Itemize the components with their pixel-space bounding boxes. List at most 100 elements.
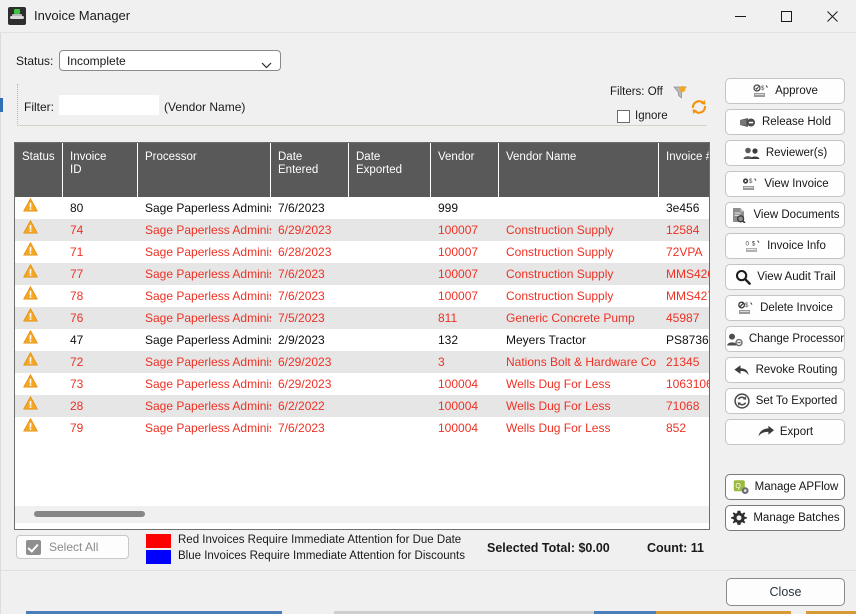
status-cell[interactable] — [15, 395, 63, 417]
processor-cell: Sage Paperless Adminis... — [145, 333, 271, 347]
date-entered-cell: 7/6/2023 — [278, 421, 325, 435]
view-documents-button[interactable]: View Documents — [725, 202, 845, 228]
vendor-cell: 100004 — [438, 399, 479, 413]
hardhat-icon — [8, 7, 26, 25]
invoice-number-cell: 21345 — [666, 355, 700, 369]
warning-icon — [23, 241, 38, 263]
reviewer-s-button[interactable]: Reviewer(s) — [725, 140, 845, 166]
status-cell[interactable] — [15, 285, 63, 307]
table-row[interactable]: 80 Sage Paperless Adminis... 7/6/2023 999 3e… — [15, 197, 709, 219]
grid-column-header[interactable]: Processor — [138, 143, 271, 197]
maximize-button[interactable] — [763, 0, 809, 32]
processor-cell: Sage Paperless Adminis... — [145, 223, 271, 237]
status-cell[interactable] — [15, 219, 63, 241]
select-all-button[interactable]: Select All — [16, 535, 129, 559]
ignore-label: Ignore — [635, 110, 668, 122]
change-processor-button[interactable]: Change Processor — [725, 326, 845, 352]
grid-body: 80 Sage Paperless Adminis... 7/6/2023 999 3e… — [15, 197, 709, 529]
warning-icon — [23, 219, 38, 241]
status-cell[interactable] — [15, 329, 63, 351]
warning-icon — [23, 307, 38, 329]
revoke-routing-icon — [733, 362, 751, 378]
table-row[interactable]: 72 Sage Paperless Adminis... 6/29/2023 3 Nat… — [15, 351, 709, 373]
table-row[interactable]: 78 Sage Paperless Adminis... 7/6/2023 10000… — [15, 285, 709, 307]
window-left-accent — [0, 98, 3, 112]
status-label: Status: — [16, 54, 54, 68]
vendor-name-cell: Generic Concrete Pump — [506, 311, 635, 325]
processor-cell: Sage Paperless Adminis... — [145, 399, 271, 413]
invoice-id-cell: 77 — [70, 267, 84, 281]
title-bar: Invoice Manager — [0, 0, 856, 33]
processor-cell: Sage Paperless Adminis... — [145, 355, 271, 369]
invoice-number-cell: 72VPA — [666, 245, 703, 259]
export-button[interactable]: Export — [725, 419, 845, 445]
grid-column-header[interactable]: Date Exported — [349, 143, 431, 197]
vendor-name-hint: (Vendor Name) — [164, 100, 246, 114]
status-cell[interactable] — [15, 373, 63, 395]
status-cell[interactable] — [15, 351, 63, 373]
invoice-id-cell: 79 — [70, 421, 84, 435]
close-button[interactable]: Close — [726, 578, 845, 606]
status-cell[interactable] — [15, 241, 63, 263]
vendor-cell: 811 — [438, 311, 458, 325]
invoice-id-cell: 80 — [70, 201, 84, 215]
status-cell[interactable] — [15, 307, 63, 329]
delete-invoice-button[interactable]: $ Delete Invoice — [725, 295, 845, 321]
manage-batches-button[interactable]: Manage Batches — [725, 505, 845, 531]
refresh-icon[interactable] — [690, 98, 708, 119]
invoice-number-cell: PS873690 — [666, 333, 709, 347]
processor-cell: Sage Paperless Adminis... — [145, 245, 271, 259]
revoke-routing-button[interactable]: Revoke Routing — [725, 357, 845, 383]
warning-icon — [23, 395, 38, 417]
date-entered-cell: 2/9/2023 — [278, 333, 325, 347]
status-cell[interactable] — [15, 263, 63, 285]
release-hold-button[interactable]: Release Hold — [725, 109, 845, 135]
minimize-button[interactable] — [717, 0, 763, 32]
status-cell[interactable] — [15, 417, 63, 439]
action-button-label: Change Processor — [748, 333, 845, 345]
close-window-button[interactable] — [809, 0, 855, 32]
window-left-edge — [0, 32, 1, 614]
grid-column-header[interactable]: Invoice ID — [63, 143, 138, 197]
approve-button[interactable]: $ Approve — [725, 78, 845, 104]
grid-column-header[interactable]: Status — [15, 143, 63, 197]
table-row[interactable]: 76 Sage Paperless Adminis... 7/5/2023 811 Ge… — [15, 307, 709, 329]
action-button-label: Approve — [775, 85, 818, 97]
filter-input[interactable] — [59, 95, 159, 115]
processor-cell: Sage Paperless Adminis... — [145, 377, 271, 391]
grid-column-header[interactable]: Invoice # — [659, 143, 709, 197]
grid-column-header[interactable]: Vendor Name — [499, 143, 659, 197]
table-row[interactable]: 73 Sage Paperless Adminis... 6/29/2023 1000… — [15, 373, 709, 395]
table-row[interactable]: 79 Sage Paperless Adminis... 7/6/2023 10000… — [15, 417, 709, 439]
count-label: Count: 11 — [647, 541, 704, 555]
status-cell[interactable] — [15, 197, 63, 219]
manage-apflow-button[interactable]: Q Manage APFlow — [725, 474, 845, 500]
legend-text-red: Red Invoices Require Immediate Attention… — [178, 534, 462, 546]
horizontal-scrollbar[interactable] — [14, 506, 710, 523]
set-to-exported-button[interactable]: Set To Exported — [725, 388, 845, 414]
grid-column-header[interactable]: Date Entered — [271, 143, 349, 197]
invoice-info-button[interactable]: 0 $ Invoice Info — [725, 233, 845, 259]
invoice-id-cell: 28 — [70, 399, 84, 413]
vendor-name-cell: Nations Bolt & Hardware Co — [506, 355, 657, 369]
status-dropdown[interactable]: Incomplete — [59, 50, 281, 71]
table-row[interactable]: 28 Sage Paperless Adminis... 6/2/2022 10000… — [15, 395, 709, 417]
table-row[interactable]: 74 Sage Paperless Adminis... 6/29/2023 1000… — [15, 219, 709, 241]
funnel-icon[interactable] — [672, 84, 688, 103]
action-button-label: Manage APFlow — [754, 481, 839, 493]
view-audit-trail-button[interactable]: View Audit Trail — [725, 264, 845, 290]
warning-icon — [23, 263, 38, 285]
invoice-number-cell: 45987 — [666, 311, 700, 325]
view-invoice-button[interactable]: $ View Invoice — [725, 171, 845, 197]
grid-column-header[interactable]: Vendor — [431, 143, 499, 197]
date-exported-cell — [349, 197, 431, 219]
table-row[interactable]: 47 Sage Paperless Adminis... 2/9/2023 132 Me… — [15, 329, 709, 351]
invoice-id-cell: 76 — [70, 311, 84, 325]
ignore-checkbox[interactable] — [617, 110, 630, 123]
invoice-number-cell: 10631067 — [666, 377, 709, 391]
status-dropdown-value: Incomplete — [67, 54, 126, 68]
vendor-cell: 3 — [438, 355, 445, 369]
table-row[interactable]: 71 Sage Paperless Adminis... 6/28/2023 1000… — [15, 241, 709, 263]
table-row[interactable]: 77 Sage Paperless Adminis... 7/6/2023 10000… — [15, 263, 709, 285]
horizontal-scrollbar-thumb[interactable] — [34, 511, 145, 517]
